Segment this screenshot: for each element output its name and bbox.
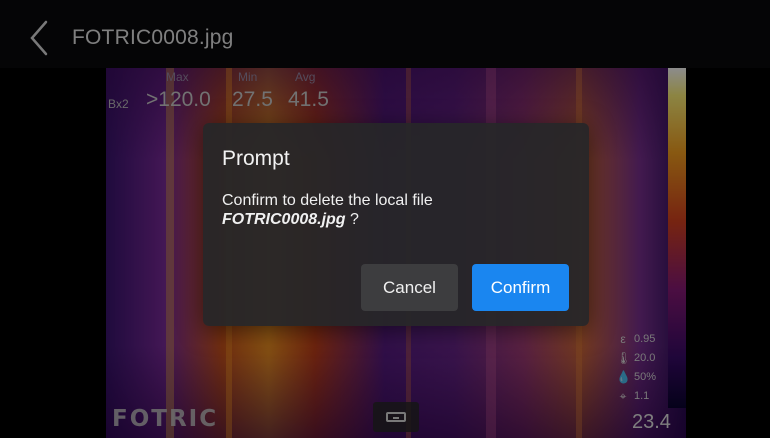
dialog-message: Confirm to delete the local file FOTRIC0… xyxy=(222,191,562,229)
dialog-file-name: FOTRIC0008.jpg xyxy=(222,211,346,228)
thermal-viewer-screen: FOTRIC0008.jpg Max Min Avg Bx2 >120.0 27… xyxy=(0,0,770,438)
dialog-message-text: Confirm to delete the local file xyxy=(222,192,433,209)
cancel-button[interactable]: Cancel xyxy=(361,264,458,311)
confirm-button[interactable]: Confirm xyxy=(472,264,569,311)
delete-confirm-dialog: Prompt Confirm to delete the local file … xyxy=(203,123,589,326)
dialog-title: Prompt xyxy=(222,147,290,170)
dialog-message-suffix: ? xyxy=(345,211,359,228)
